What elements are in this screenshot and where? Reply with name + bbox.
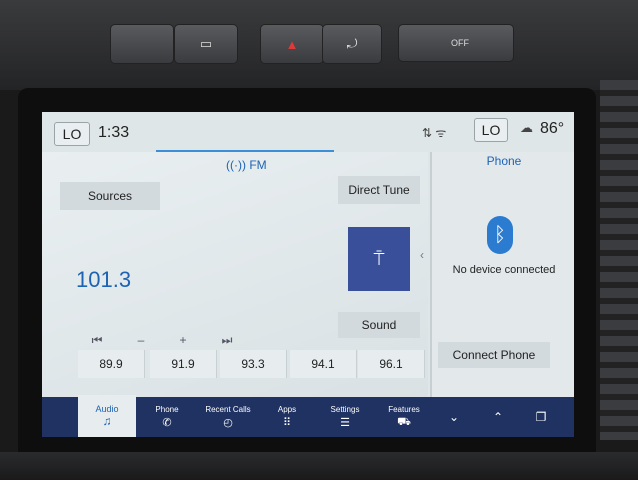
traction-off-label: OFF [451, 38, 469, 48]
climate-right-button[interactable]: LO [474, 118, 508, 142]
nav-features-label: Features [388, 404, 420, 414]
fog-light-icon: ▭ [199, 36, 213, 51]
signal-icon: ⇅ ᯤ [422, 126, 447, 140]
phone-panel: Phone ᛒ No device connected Connect Phon… [430, 152, 574, 397]
hw-blank-button[interactable] [110, 24, 174, 64]
status-bar: LO 1:33 ⇅ ᯤ LO ☁ 86° [42, 112, 574, 152]
phone-status: No device connected [452, 264, 556, 276]
nav-audio-label: Audio [95, 404, 119, 414]
panel-collapse-icon[interactable]: ‹ [420, 248, 424, 262]
apps-grid-icon: ⠿ [282, 417, 292, 429]
station-frequency: 101.3 [76, 267, 132, 292]
nav-apps-label: Apps [277, 405, 297, 414]
nav-apps[interactable]: Apps ⠿ [262, 397, 312, 437]
settings-sliders-icon: ☰ [340, 417, 350, 429]
air-vent [600, 80, 638, 440]
preset-4[interactable]: 94.1 [290, 350, 357, 378]
split-view-icon: ❐ [535, 410, 547, 424]
tune-up-button[interactable]: + [164, 328, 202, 352]
seek-back-button[interactable]: ⏮ [78, 328, 116, 352]
traction-control-button[interactable]: OFF [398, 24, 514, 62]
music-note-icon: ♫ [102, 414, 112, 428]
preset-3[interactable]: 93.3 [220, 350, 287, 378]
camera-button[interactable]: ⤾ [322, 24, 382, 64]
nav-collapse[interactable]: ⌄ [434, 397, 474, 437]
infotainment-screen: LO 1:33 ⇅ ᯤ LO ☁ 86° ((·)) FM Sources Di… [42, 112, 574, 437]
preset-1[interactable]: 89.9 [78, 350, 145, 378]
nav-phone[interactable]: Phone ✆ [140, 397, 194, 437]
band-label: FM [249, 158, 267, 172]
preset-2[interactable]: 91.9 [150, 350, 217, 378]
direct-tune-button[interactable]: Direct Tune [338, 176, 420, 204]
fog-light-button[interactable]: ▭ [174, 24, 238, 64]
tune-down-button[interactable]: – [122, 328, 160, 352]
climate-left-button[interactable]: LO [54, 122, 90, 146]
phone-icon: ✆ [162, 417, 172, 429]
sources-button[interactable]: Sources [60, 182, 160, 210]
seek-forward-button[interactable]: ⏭ [208, 328, 246, 352]
nav-recent-calls[interactable]: Recent Calls ◴ [200, 397, 256, 437]
nav-audio[interactable]: Audio ♫ [78, 395, 136, 437]
sound-button[interactable]: Sound [338, 312, 420, 338]
band-indicator [156, 150, 334, 152]
preset-5[interactable]: 96.1 [358, 350, 425, 378]
bluetooth-icon: ᛒ [487, 216, 513, 254]
radio-icon: ((·)) [226, 158, 246, 172]
connect-phone-button[interactable]: Connect Phone [438, 342, 550, 368]
phone-title: Phone [486, 154, 522, 168]
truck-icon: ⛟ [397, 415, 411, 428]
radio-art: ⍑ [348, 227, 410, 291]
nav-recent-calls-label: Recent Calls [205, 405, 251, 414]
nav-expand[interactable]: ⌃ [478, 397, 518, 437]
chevron-down-icon: ⌄ [448, 410, 460, 424]
radio-tower-icon: ⍑ [373, 248, 385, 269]
clock: 1:33 [98, 124, 130, 141]
dashboard-bottom [0, 452, 638, 480]
weather-icon: ☁ [520, 120, 533, 135]
hazard-icon: ▲ [285, 36, 299, 52]
nav-features[interactable]: Features ⛟ [376, 397, 432, 437]
hazard-button[interactable]: ▲ [260, 24, 324, 64]
nav-split-view[interactable]: ❐ [520, 397, 562, 437]
nav-phone-label: Phone [155, 405, 179, 414]
chevron-up-icon: ⌃ [492, 410, 504, 424]
nav-settings-label: Settings [330, 405, 360, 414]
band-header: ((·)) FM [226, 158, 267, 172]
nav-settings[interactable]: Settings ☰ [318, 397, 372, 437]
temperature: 86° [540, 120, 565, 137]
camera-icon: ⤾ [346, 36, 358, 51]
clock-icon: ◴ [223, 417, 233, 429]
